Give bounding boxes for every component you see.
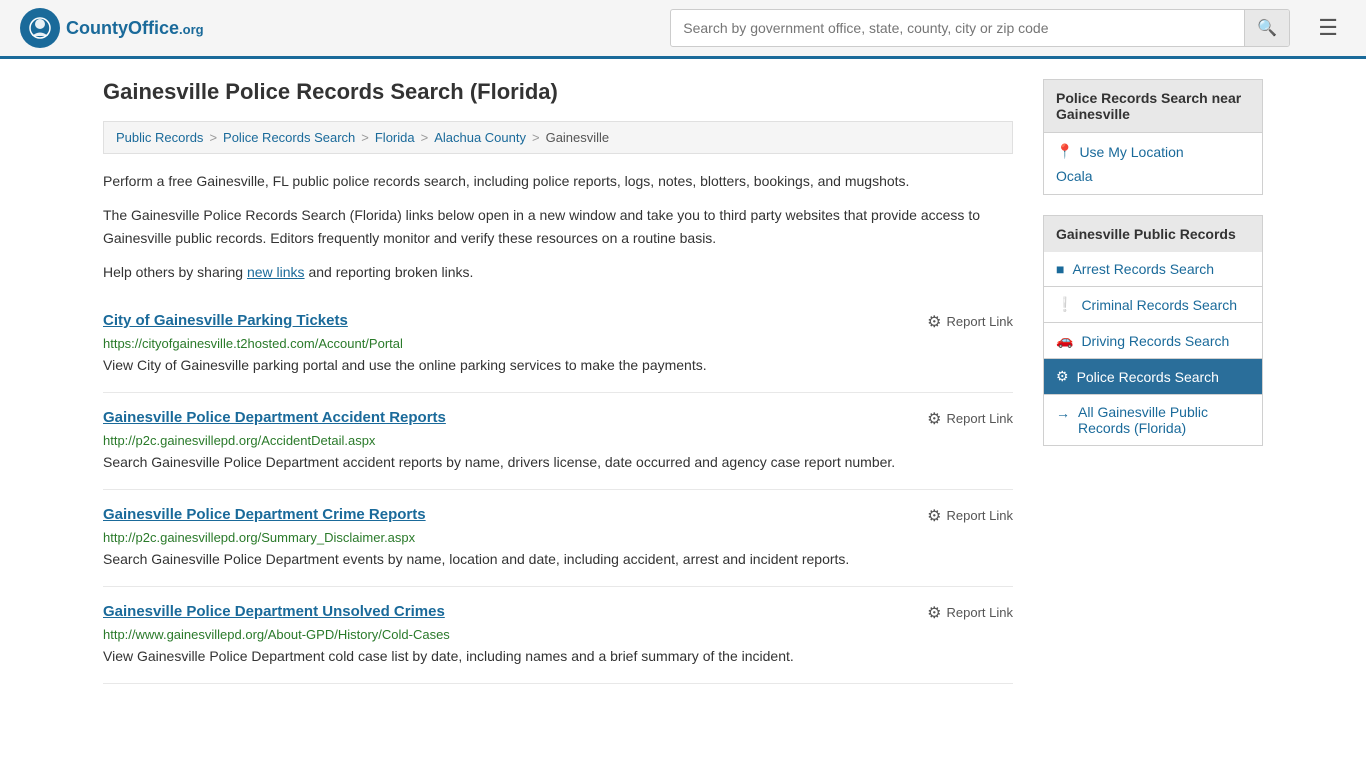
breadcrumb-police-records-search[interactable]: Police Records Search xyxy=(223,130,355,145)
search-bar: 🔍 xyxy=(670,9,1290,47)
description-para1: Perform a free Gainesville, FL public po… xyxy=(103,170,1013,192)
logo-brand: CountyOffice.org xyxy=(66,18,204,38)
sidebar-nearby-section: Police Records Search near Gainesville 📍… xyxy=(1043,79,1263,195)
sidebar-item-arrest-label: Arrest Records Search xyxy=(1072,261,1214,277)
result-title-0[interactable]: City of Gainesville Parking Tickets xyxy=(103,312,348,329)
result-item-3: Gainesville Police Department Unsolved C… xyxy=(103,587,1013,684)
use-my-location-row: 📍 Use My Location xyxy=(1056,143,1250,160)
sidebar-item-criminal-label: Criminal Records Search xyxy=(1081,297,1237,313)
search-input[interactable] xyxy=(671,12,1244,44)
report-link-label-2: Report Link xyxy=(947,508,1013,523)
result-url-2[interactable]: http://p2c.gainesvillepd.org/Summary_Dis… xyxy=(103,530,1013,545)
para3-suffix: and reporting broken links. xyxy=(305,264,474,280)
report-link-label-3: Report Link xyxy=(947,605,1013,620)
result-url-0[interactable]: https://cityofgainesville.t2hosted.com/A… xyxy=(103,336,1013,351)
sidebar-item-criminal-records[interactable]: ❕ Criminal Records Search xyxy=(1043,287,1263,323)
description-para2: The Gainesville Police Records Search (F… xyxy=(103,204,1013,249)
result-item-0: City of Gainesville Parking Tickets ⚙ Re… xyxy=(103,296,1013,393)
result-desc-1: Search Gainesville Police Department acc… xyxy=(103,452,1013,473)
hamburger-icon: ☰ xyxy=(1318,15,1338,40)
sidebar-public-records-section: Gainesville Public Records ■ Arrest Reco… xyxy=(1043,215,1263,446)
content-area: Gainesville Police Records Search (Flori… xyxy=(103,79,1013,684)
sidebar-item-driving-records[interactable]: 🚗 Driving Records Search xyxy=(1043,323,1263,359)
use-my-location-link[interactable]: Use My Location xyxy=(1079,144,1183,160)
breadcrumb-sep-2: > xyxy=(361,130,369,145)
logo-icon xyxy=(20,8,60,48)
breadcrumb-sep-4: > xyxy=(532,130,540,145)
breadcrumb-alachua-county[interactable]: Alachua County xyxy=(434,130,526,145)
description-para3: Help others by sharing new links and rep… xyxy=(103,261,1013,283)
result-desc-3: View Gainesville Police Department cold … xyxy=(103,646,1013,667)
para3-prefix: Help others by sharing xyxy=(103,264,247,280)
driving-icon: 🚗 xyxy=(1056,332,1073,349)
result-url-1[interactable]: http://p2c.gainesvillepd.org/AccidentDet… xyxy=(103,433,1013,448)
all-records-link[interactable]: All Gainesville Public Records (Florida) xyxy=(1078,404,1250,436)
report-link-button-2[interactable]: ⚙ Report Link xyxy=(927,506,1013,526)
sidebar-item-police-records[interactable]: ⚙ Police Records Search xyxy=(1043,359,1263,395)
sidebar-all-records[interactable]: → All Gainesville Public Records (Florid… xyxy=(1043,395,1263,446)
main-container: Gainesville Police Records Search (Flori… xyxy=(83,59,1283,704)
search-button[interactable]: 🔍 xyxy=(1244,10,1289,46)
nearby-ocala-link[interactable]: Ocala xyxy=(1056,168,1093,184)
report-icon-0: ⚙ xyxy=(927,312,941,332)
results-list: City of Gainesville Parking Tickets ⚙ Re… xyxy=(103,296,1013,684)
arrest-icon: ■ xyxy=(1056,261,1064,277)
breadcrumb: Public Records > Police Records Search >… xyxy=(103,121,1013,154)
breadcrumb-public-records[interactable]: Public Records xyxy=(116,130,203,145)
hamburger-menu-button[interactable]: ☰ xyxy=(1310,11,1346,45)
sidebar: Police Records Search near Gainesville 📍… xyxy=(1043,79,1263,684)
sidebar-item-driving-label: Driving Records Search xyxy=(1081,333,1229,349)
report-link-label-1: Report Link xyxy=(947,411,1013,426)
report-link-button-3[interactable]: ⚙ Report Link xyxy=(927,603,1013,623)
sidebar-item-arrest-records[interactable]: ■ Arrest Records Search xyxy=(1043,252,1263,287)
sidebar-item-police-label: Police Records Search xyxy=(1077,369,1219,385)
result-desc-0: View City of Gainesville parking portal … xyxy=(103,355,1013,376)
report-icon-1: ⚙ xyxy=(927,409,941,429)
logo[interactable]: CountyOffice.org xyxy=(20,8,204,48)
arrow-right-icon: → xyxy=(1056,405,1070,421)
police-icon: ⚙ xyxy=(1056,368,1069,385)
search-icon: 🔍 xyxy=(1257,20,1277,37)
sidebar-public-records-title: Gainesville Public Records xyxy=(1043,215,1263,252)
breadcrumb-gainesville: Gainesville xyxy=(546,130,610,145)
result-header-2: Gainesville Police Department Crime Repo… xyxy=(103,506,1013,526)
breadcrumb-sep-1: > xyxy=(209,130,217,145)
result-desc-2: Search Gainesville Police Department eve… xyxy=(103,549,1013,570)
result-header-3: Gainesville Police Department Unsolved C… xyxy=(103,603,1013,623)
breadcrumb-sep-3: > xyxy=(421,130,429,145)
report-link-button-1[interactable]: ⚙ Report Link xyxy=(927,409,1013,429)
criminal-icon: ❕ xyxy=(1056,296,1073,313)
new-links-link[interactable]: new links xyxy=(247,264,305,280)
report-link-label-0: Report Link xyxy=(947,314,1013,329)
page-title: Gainesville Police Records Search (Flori… xyxy=(103,79,1013,105)
result-url-3[interactable]: http://www.gainesvillepd.org/About-GPD/H… xyxy=(103,627,1013,642)
result-item-2: Gainesville Police Department Crime Repo… xyxy=(103,490,1013,587)
result-title-3[interactable]: Gainesville Police Department Unsolved C… xyxy=(103,603,445,620)
breadcrumb-florida[interactable]: Florida xyxy=(375,130,415,145)
report-link-button-0[interactable]: ⚙ Report Link xyxy=(927,312,1013,332)
result-title-1[interactable]: Gainesville Police Department Accident R… xyxy=(103,409,446,426)
sidebar-nearby-box: 📍 Use My Location Ocala xyxy=(1043,133,1263,195)
location-pin-icon: 📍 xyxy=(1056,143,1073,160)
header: CountyOffice.org 🔍 ☰ xyxy=(0,0,1366,59)
result-header-1: Gainesville Police Department Accident R… xyxy=(103,409,1013,429)
logo-text-wrap: CountyOffice.org xyxy=(66,18,204,39)
report-icon-2: ⚙ xyxy=(927,506,941,526)
report-icon-3: ⚙ xyxy=(927,603,941,623)
result-header-0: City of Gainesville Parking Tickets ⚙ Re… xyxy=(103,312,1013,332)
sidebar-nearby-title: Police Records Search near Gainesville xyxy=(1043,79,1263,133)
result-item-1: Gainesville Police Department Accident R… xyxy=(103,393,1013,490)
result-title-2[interactable]: Gainesville Police Department Crime Repo… xyxy=(103,506,426,523)
